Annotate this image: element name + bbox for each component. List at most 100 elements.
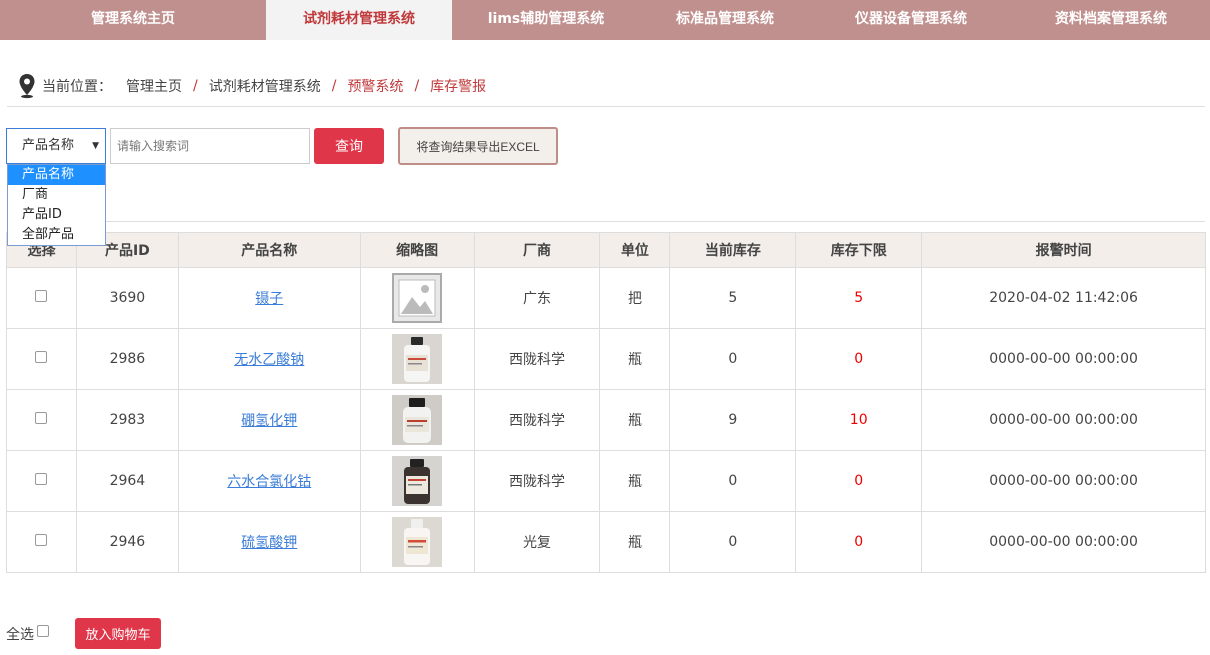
- breadcrumb-item-warning-system[interactable]: 预警系统: [347, 76, 403, 96]
- select-all-checkbox[interactable]: [37, 625, 49, 637]
- breadcrumb-item-reagent-system[interactable]: 试剂耗材管理系统: [209, 76, 321, 96]
- add-to-cart-button[interactable]: 放入购物车: [75, 618, 161, 649]
- search-field-dropdown: 产品名称 厂商 产品ID 全部产品: [7, 164, 106, 246]
- alert-time-cell: 0000-00-00 00:00:00: [921, 511, 1206, 573]
- product-id-cell: 2983: [75, 389, 179, 451]
- breadcrumb-label: 当前位置：: [42, 79, 112, 95]
- vendor-cell: 西陇科学: [473, 328, 601, 390]
- select-all-label: 全选: [6, 627, 34, 643]
- search-input[interactable]: [110, 128, 310, 164]
- thumbnail-cell: [359, 450, 475, 512]
- tab-standards[interactable]: 标准品管理系统: [640, 0, 810, 40]
- row-checkbox[interactable]: [35, 473, 48, 485]
- stock-min-cell: 10: [795, 389, 923, 451]
- current-stock-cell: 0: [669, 511, 797, 573]
- product-name-cell: 无水乙酸钠: [177, 328, 361, 390]
- table-header-row: 选择 产品ID 产品名称 缩略图 厂商 单位 当前库存 库存下限 报警时间: [6, 232, 1206, 268]
- current-stock-cell: 9: [669, 389, 797, 451]
- tab-home[interactable]: 管理系统主页: [0, 0, 266, 40]
- reagent-bottle-icon: [392, 395, 443, 445]
- tab-lims[interactable]: lims辅助管理系统: [452, 0, 640, 40]
- table-row: 2964 六水合氯化钴 西陇科学 瓶 0 0 0000-00-00 00:00:…: [6, 450, 1206, 512]
- vendor-cell: 广东: [473, 267, 601, 329]
- unit-cell: 瓶: [599, 511, 671, 573]
- product-name-link[interactable]: 镊子: [255, 291, 283, 307]
- top-nav: 管理系统主页 试剂耗材管理系统 lims辅助管理系统 标准品管理系统 仪器设备管…: [0, 0, 1210, 40]
- product-name-link[interactable]: 硫氢酸钾: [241, 535, 297, 551]
- current-stock-cell: 5: [669, 267, 797, 329]
- unit-cell: 瓶: [599, 450, 671, 512]
- vendor-cell: 光复: [473, 511, 601, 573]
- unit-cell: 瓶: [599, 389, 671, 451]
- unit-cell: 把: [599, 267, 671, 329]
- dropdown-option-all-products[interactable]: 全部产品: [8, 225, 105, 245]
- product-id-cell: 2946: [75, 511, 179, 573]
- unit-cell: 瓶: [599, 328, 671, 390]
- product-name-link[interactable]: 硼氢化钾: [241, 413, 297, 429]
- column-header-product-name: 产品名称: [177, 232, 361, 268]
- placeholder-image-icon: [392, 273, 443, 323]
- tab-reagent-consumables[interactable]: 试剂耗材管理系统: [266, 0, 452, 40]
- table-row: 3690 镊子 广东 把 5 5 2020-04-02 11:42:06: [6, 267, 1206, 329]
- search-field-select[interactable]: 产品名称 ▼: [6, 128, 106, 164]
- breadcrumb: 当前位置： 管理主页 / 试剂耗材管理系统 / 预警系统 / 库存警报: [18, 73, 486, 99]
- row-select-cell: [6, 267, 77, 329]
- dropdown-arrow-icon: ▼: [92, 141, 99, 151]
- alert-time-cell: 2020-04-02 11:42:06: [921, 267, 1206, 329]
- reagent-bottle-icon: [392, 334, 443, 384]
- select-all: 全选: [6, 624, 49, 644]
- product-name-cell: 镊子: [177, 267, 361, 329]
- divider: [7, 221, 1205, 222]
- row-checkbox[interactable]: [35, 290, 48, 302]
- dark-reagent-bottle-icon: [392, 456, 443, 506]
- column-header-thumbnail: 缩略图: [359, 232, 475, 268]
- dropdown-option-vendor[interactable]: 厂商: [8, 185, 105, 205]
- thumbnail-cell: [359, 267, 475, 329]
- query-button[interactable]: 查询: [314, 128, 384, 164]
- product-name-cell: 硼氢化钾: [177, 389, 361, 451]
- row-select-cell: [6, 511, 77, 573]
- stock-min-cell: 5: [795, 267, 923, 329]
- product-name-cell: 硫氢酸钾: [177, 511, 361, 573]
- column-header-alert-time: 报警时间: [921, 232, 1206, 268]
- product-name-cell: 六水合氯化钴: [177, 450, 361, 512]
- thumbnail-cell: [359, 511, 475, 573]
- column-header-unit: 单位: [599, 232, 671, 268]
- tab-archives[interactable]: 资料档案管理系统: [1012, 0, 1210, 40]
- column-header-stock-min: 库存下限: [795, 232, 923, 268]
- search-field-select-value: 产品名称: [22, 138, 75, 153]
- tab-instruments[interactable]: 仪器设备管理系统: [810, 0, 1012, 40]
- table-row: 2946 硫氢酸钾 光复 瓶 0 0 0000-00-00 00:00:00: [6, 511, 1206, 573]
- column-header-current-stock: 当前库存: [669, 232, 797, 268]
- row-select-cell: [6, 389, 77, 451]
- product-id-cell: 2964: [75, 450, 179, 512]
- dropdown-option-product-name[interactable]: 产品名称: [8, 165, 105, 185]
- alert-time-cell: 0000-00-00 00:00:00: [921, 450, 1206, 512]
- stock-min-cell: 0: [795, 450, 923, 512]
- breadcrumb-item-home[interactable]: 管理主页: [126, 76, 182, 96]
- breadcrumb-separator: /: [193, 78, 198, 94]
- export-excel-button[interactable]: 将查询结果导出EXCEL: [398, 127, 558, 165]
- stock-min-cell: 0: [795, 328, 923, 390]
- table-row: 2983 硼氢化钾 西陇科学 瓶 9 10 0000-00-00 00:00:0…: [6, 389, 1206, 451]
- breadcrumb-separator: /: [414, 78, 420, 94]
- product-name-link[interactable]: 无水乙酸钠: [234, 352, 304, 368]
- row-checkbox[interactable]: [35, 351, 48, 363]
- row-checkbox[interactable]: [35, 412, 48, 424]
- product-id-cell: 3690: [75, 267, 179, 329]
- alert-time-cell: 0000-00-00 00:00:00: [921, 328, 1206, 390]
- vendor-cell: 西陇科学: [473, 450, 601, 512]
- thumbnail-cell: [359, 328, 475, 390]
- table-row: 2986 无水乙酸钠 西陇科学 瓶 0 0 0000-00-00 00:00:0…: [6, 328, 1206, 390]
- stock-min-cell: 0: [795, 511, 923, 573]
- dropdown-option-product-id[interactable]: 产品ID: [8, 205, 105, 225]
- current-stock-cell: 0: [669, 450, 797, 512]
- breadcrumb-separator: /: [331, 78, 337, 94]
- vendor-cell: 西陇科学: [473, 389, 601, 451]
- stock-alert-table: 选择 产品ID 产品名称 缩略图 厂商 单位 当前库存 库存下限 报警时间 36…: [6, 232, 1206, 573]
- divider: [7, 106, 1205, 107]
- location-pin-icon: [19, 74, 35, 99]
- breadcrumb-item-stock-alert: 库存警报: [430, 79, 487, 95]
- row-checkbox[interactable]: [35, 534, 48, 546]
- product-name-link[interactable]: 六水合氯化钴: [227, 474, 311, 490]
